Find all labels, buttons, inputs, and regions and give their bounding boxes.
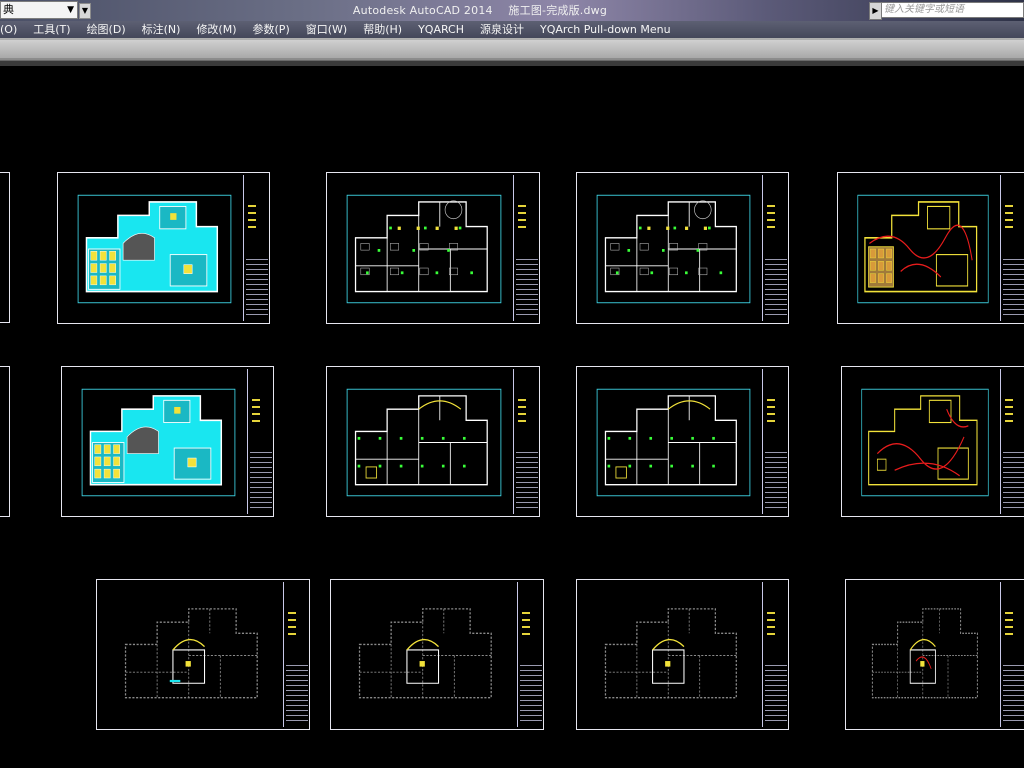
floor-plan-drawing bbox=[77, 194, 232, 304]
menu-format[interactable]: (O) bbox=[0, 21, 25, 38]
title-block bbox=[762, 582, 789, 727]
sheet-dashed-plan-1[interactable] bbox=[96, 579, 310, 730]
title-bar: 典 ▼ ▼ Autodesk AutoCAD 2014 施工图-完成版.dwg … bbox=[0, 0, 1024, 21]
floor-plan-drawing bbox=[124, 608, 258, 699]
sheet-dashed-plan-2[interactable] bbox=[330, 579, 544, 730]
window-title: Autodesk AutoCAD 2014 施工图-完成版.dwg bbox=[0, 2, 960, 18]
floor-plan-drawing bbox=[871, 608, 978, 699]
title-block bbox=[283, 582, 310, 727]
sheet-wall-plan-1[interactable] bbox=[326, 366, 540, 517]
floor-plan-drawing bbox=[596, 194, 751, 304]
sheet-dashed-plan-3[interactable] bbox=[576, 579, 789, 730]
sheet-ceiling-plan-1[interactable] bbox=[837, 172, 1024, 324]
sheet-dashed-plan-4[interactable] bbox=[845, 579, 1024, 730]
title-block bbox=[247, 369, 274, 514]
floor-plan-drawing bbox=[857, 194, 989, 304]
sheet-wall-plan-2[interactable] bbox=[576, 366, 789, 517]
title-block bbox=[762, 369, 789, 514]
file-name: 施工图-完成版.dwg bbox=[508, 4, 608, 17]
menu-yuanquan-design[interactable]: 源泉设计 bbox=[472, 21, 532, 38]
floor-plan-drawing bbox=[861, 388, 989, 497]
menu-modify[interactable]: 修改(M) bbox=[188, 21, 244, 38]
menu-tools[interactable]: 工具(T) bbox=[25, 21, 78, 38]
toolbar-strip bbox=[0, 38, 1024, 61]
menu-yqarch[interactable]: YQARCH bbox=[410, 21, 472, 38]
sheet-color-floor-plan-1[interactable] bbox=[57, 172, 270, 324]
menu-window[interactable]: 窗口(W) bbox=[298, 21, 355, 38]
search-input[interactable]: 键入关键字或短语 bbox=[881, 2, 1024, 18]
menu-dimension[interactable]: 标注(N) bbox=[134, 21, 189, 38]
drawing-canvas[interactable] bbox=[0, 66, 1024, 768]
sheet-partial-row1[interactable] bbox=[0, 172, 10, 323]
menu-parametric[interactable]: 参数(P) bbox=[245, 21, 298, 38]
floor-plan-drawing bbox=[604, 608, 737, 699]
title-block bbox=[513, 369, 540, 514]
sheet-partial-row2[interactable] bbox=[0, 366, 10, 517]
sheet-furniture-plan-2[interactable] bbox=[576, 172, 789, 324]
toolbar-panel bbox=[0, 40, 1024, 58]
title-block bbox=[1000, 582, 1024, 727]
title-block bbox=[243, 175, 270, 321]
menu-yqarch-pulldown[interactable]: YQArch Pull-down Menu bbox=[532, 21, 679, 38]
floor-plan-drawing bbox=[346, 388, 502, 497]
app-name: Autodesk AutoCAD 2014 bbox=[352, 4, 493, 17]
sheet-furniture-plan-1[interactable] bbox=[326, 172, 540, 324]
menu-draw[interactable]: 绘图(D) bbox=[79, 21, 134, 38]
title-block bbox=[517, 582, 544, 727]
title-block bbox=[762, 175, 789, 321]
sheet-electrical-plan-1[interactable] bbox=[841, 366, 1024, 517]
title-block bbox=[1000, 369, 1024, 514]
title-block bbox=[513, 175, 540, 321]
floor-plan-drawing bbox=[346, 194, 502, 304]
menu-bar: (O) 工具(T) 绘图(D) 标注(N) 修改(M) 参数(P) 窗口(W) … bbox=[0, 21, 1024, 38]
floor-plan-drawing bbox=[358, 608, 492, 699]
floor-plan-drawing bbox=[81, 388, 236, 497]
title-block bbox=[1000, 175, 1024, 321]
floor-plan-drawing bbox=[596, 388, 751, 497]
sheet-color-floor-plan-2[interactable] bbox=[61, 366, 274, 517]
menu-help[interactable]: 帮助(H) bbox=[355, 21, 410, 38]
